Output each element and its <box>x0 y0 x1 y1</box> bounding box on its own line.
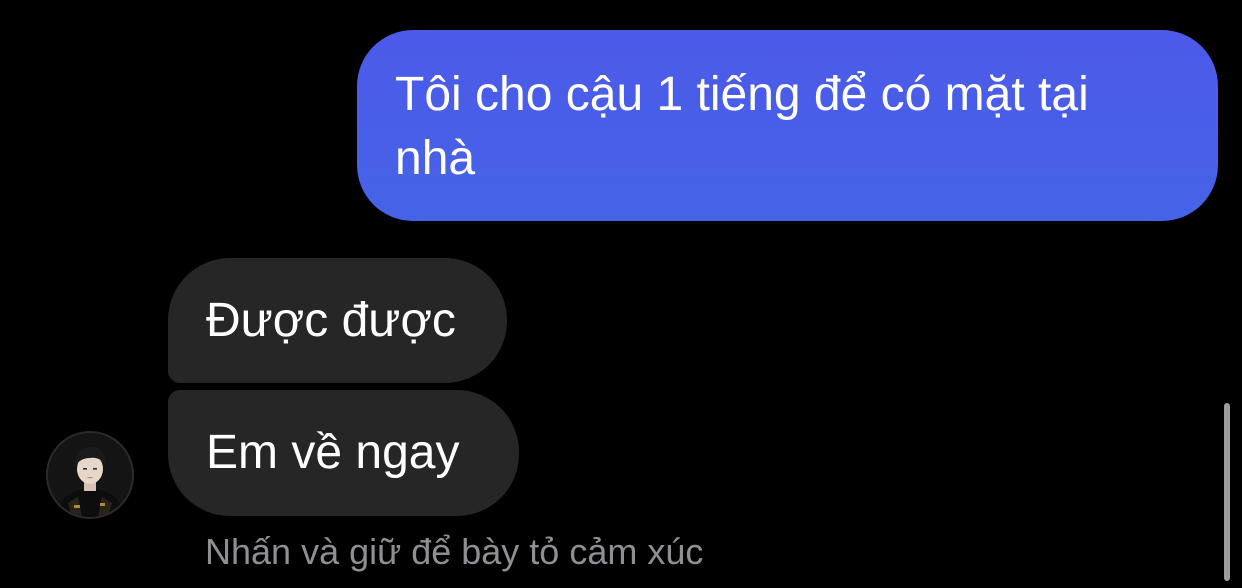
incoming-message-text: Em về ngay <box>206 426 460 479</box>
outgoing-message-bubble[interactable]: Tôi cho cậu 1 tiếng để có mặt tại nhà <box>357 30 1218 221</box>
user-avatar-icon <box>48 433 132 517</box>
incoming-message-text: Được được <box>206 293 456 347</box>
outgoing-message-text: Tôi cho cậu 1 tiếng để có mặt tại nhà <box>395 68 1089 185</box>
sender-avatar[interactable] <box>48 433 132 517</box>
message-thread[interactable]: Tôi cho cậu 1 tiếng để có mặt tại nhà Đư… <box>0 0 1242 588</box>
scrollbar[interactable] <box>1224 403 1230 581</box>
reaction-hint: Nhấn và giữ để bày tỏ cảm xúc <box>205 531 704 572</box>
incoming-message-bubble[interactable]: Em về ngay <box>168 390 519 516</box>
incoming-message-bubble[interactable]: Được được <box>168 258 507 383</box>
